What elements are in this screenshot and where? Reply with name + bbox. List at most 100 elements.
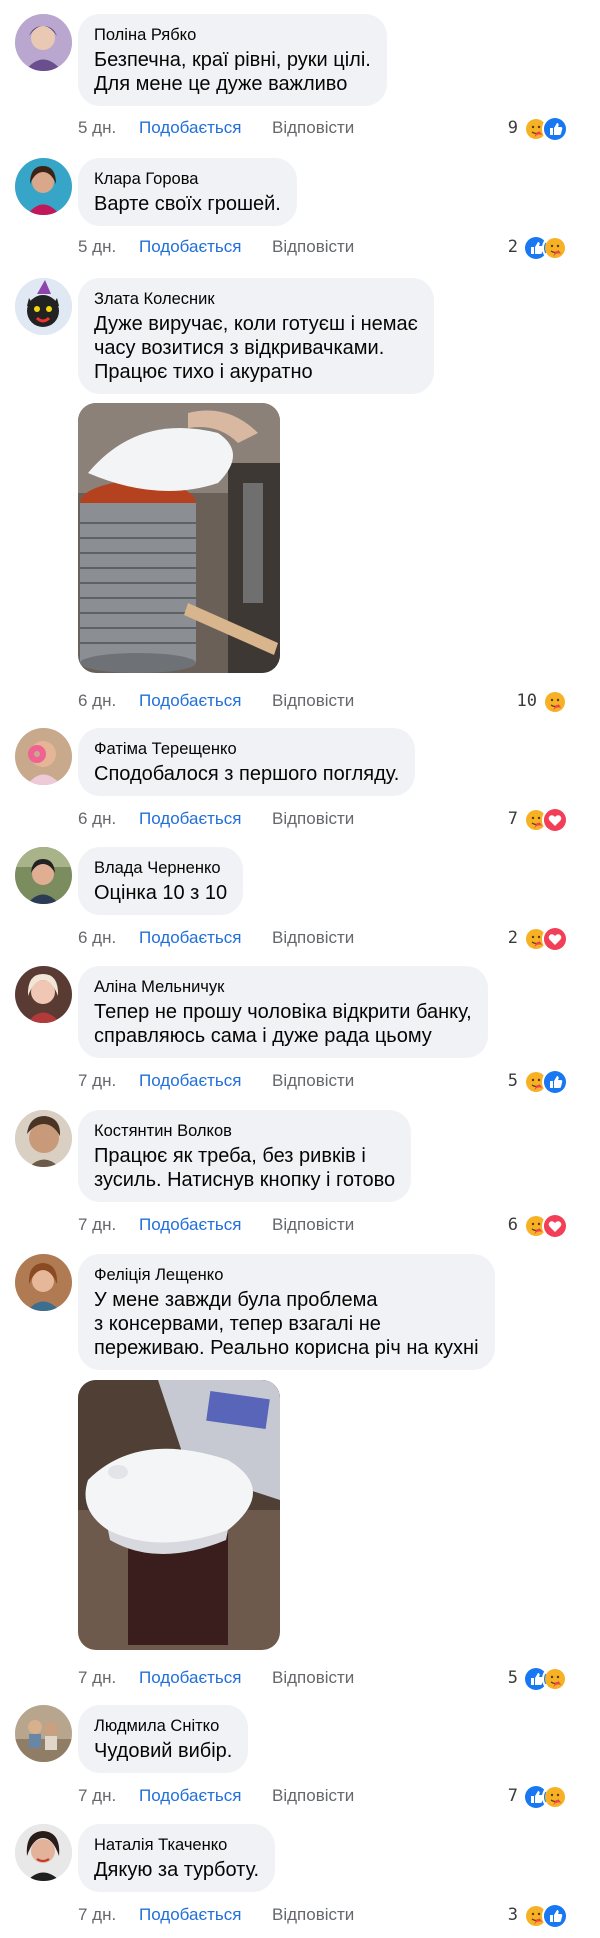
comment-text: Варте своїх грошей. [94,193,281,215]
reaction-summary[interactable]: 3 [507,1902,568,1929]
timestamp[interactable]: 6 дн. [78,927,116,949]
like-icon [542,1903,568,1929]
reply-button[interactable]: Відповісти [272,1667,354,1689]
avatar[interactable] [15,728,72,785]
comment-text: Безпечна, краї рівні, руки цілі. [94,49,371,71]
like-button[interactable]: Подобається [139,927,242,949]
like-button[interactable]: Подобається [139,690,242,712]
reply-button[interactable]: Відповісти [272,690,354,712]
care-icon [542,1784,568,1810]
comment-bubble: Костянтин Волков Працює як треба, без ри… [78,1110,412,1202]
comment-bubble: Людмила Снітко Чудовий вибір. [78,1705,249,1773]
reply-button[interactable]: Відповісти [272,1070,354,1092]
reaction-count: 9 [507,118,518,138]
author-name[interactable]: Людмила Снітко [94,1716,232,1736]
comment-text: Чудовий вибір. [94,1740,233,1762]
avatar[interactable] [15,14,72,71]
comment-text: справляюсь сама і дуже рада цьому [94,1025,432,1047]
reply-button[interactable]: Відповісти [272,1904,354,1926]
reaction-count: 3 [507,1905,518,1925]
author-name[interactable]: Клара Горова [94,169,281,189]
reply-button[interactable]: Відповісти [272,1214,354,1236]
avatar[interactable] [15,1254,72,1311]
reaction-summary[interactable]: 7 [507,806,568,833]
timestamp[interactable]: 5 дн. [78,117,116,139]
reaction-count: 5 [507,1071,518,1091]
comment-bubble: Влада Черненко Оцінка 10 з 10 [78,847,244,915]
can-opener-photo-2[interactable] [78,1380,280,1650]
comment-bubble: Феліція Лещенко У мене завжди була пробл… [78,1254,495,1370]
avatar[interactable] [15,1110,72,1167]
timestamp[interactable]: 7 дн. [78,1070,116,1092]
avatar[interactable] [15,847,72,904]
author-name[interactable]: Злата Колесник [94,289,418,309]
reply-button[interactable]: Відповісти [272,117,354,139]
author-name[interactable]: Костянтин Волков [94,1121,395,1141]
like-button[interactable]: Подобається [139,1667,242,1689]
author-name[interactable]: Феліція Лещенко [94,1265,479,1285]
reaction-count: 5 [507,1668,518,1688]
comment-text: Тепер не прошу чоловіка відкрити банку, [94,1001,472,1023]
timestamp[interactable]: 7 дн. [78,1214,116,1236]
comment-text: Працює тихо і акуратно [94,361,313,383]
reaction-summary[interactable]: 5 [507,1068,568,1095]
avatar[interactable] [15,1705,72,1762]
reaction-summary[interactable]: 6 [508,1212,568,1239]
avatar[interactable] [15,1824,72,1881]
like-button[interactable]: Подобається [139,236,242,258]
like-button[interactable]: Подобається [139,1214,242,1236]
avatar[interactable] [15,158,72,215]
comment-text: Дякую за турботу. [94,1859,260,1881]
comment-bubble: Злата Колесник Дуже виручає, коли готуєш… [78,278,434,394]
reaction-count: 2 [507,237,518,257]
author-name[interactable]: Аліна Мельничук [94,977,472,997]
comment-text: переживаю. Реально корисна річ на кухні [94,1337,479,1359]
like-button[interactable]: Подобається [139,1070,242,1092]
reaction-count: 7 [507,1786,518,1806]
author-name[interactable]: Наталія Ткаченко [94,1835,259,1855]
timestamp[interactable]: 6 дн. [78,808,116,830]
like-button[interactable]: Подобається [139,117,242,139]
avatar[interactable] [15,966,72,1023]
comment-bubble: Аліна Мельничук Тепер не прошу чоловіка … [78,966,488,1058]
love-icon [542,807,568,833]
reaction-summary[interactable]: 9 [507,115,568,142]
comment-text: зусиль. Натиснув кнопку і готово [94,1169,396,1191]
timestamp[interactable]: 7 дн. [78,1904,116,1926]
timestamp[interactable]: 7 дн. [78,1785,116,1807]
timestamp[interactable]: 7 дн. [78,1667,116,1689]
reaction-summary[interactable]: 2 [507,234,568,261]
comment-bubble: Фатіма Терещенко Сподобалося з першого п… [78,728,416,796]
comment-text: з консервами, тепер взагалі не [94,1313,381,1335]
comment-text: Працює як треба, без ривків і [94,1145,366,1167]
reaction-summary[interactable]: 2 [507,925,568,952]
like-button[interactable]: Подобається [139,1785,242,1807]
reaction-count: 2 [507,928,518,948]
like-button[interactable]: Подобається [139,1904,242,1926]
can-opener-photo[interactable] [78,403,280,673]
reaction-count: 7 [507,809,518,829]
reply-button[interactable]: Відповісти [272,1785,354,1807]
comment-text: Для мене це дуже важливо [94,73,348,95]
reaction-summary[interactable]: 5 [507,1665,568,1692]
author-name[interactable]: Поліна Рябко [94,25,371,45]
reaction-summary[interactable]: 10 [517,688,568,715]
timestamp[interactable]: 6 дн. [78,690,116,712]
love-icon [542,1213,568,1239]
avatar[interactable] [15,278,72,335]
comment-bubble: Клара Горова Варте своїх грошей. [78,158,297,226]
comment-text: Дуже виручає, коли готуєш і немає [94,313,418,335]
comment-bubble: Поліна Рябко Безпечна, краї рівні, руки … [78,14,387,106]
timestamp[interactable]: 5 дн. [78,236,116,258]
love-icon [542,926,568,952]
like-button[interactable]: Подобається [139,808,242,830]
reply-button[interactable]: Відповісти [272,236,354,258]
comment-text: Сподобалося з першого погляду. [94,763,400,785]
author-name[interactable]: Влада Черненко [94,858,227,878]
author-name[interactable]: Фатіма Терещенко [94,739,399,759]
care-icon [542,235,568,261]
reaction-summary[interactable]: 7 [507,1783,568,1810]
comment-bubble: Наталія Ткаченко Дякую за турботу. [78,1824,276,1892]
reply-button[interactable]: Відповісти [272,927,354,949]
reply-button[interactable]: Відповісти [272,808,354,830]
